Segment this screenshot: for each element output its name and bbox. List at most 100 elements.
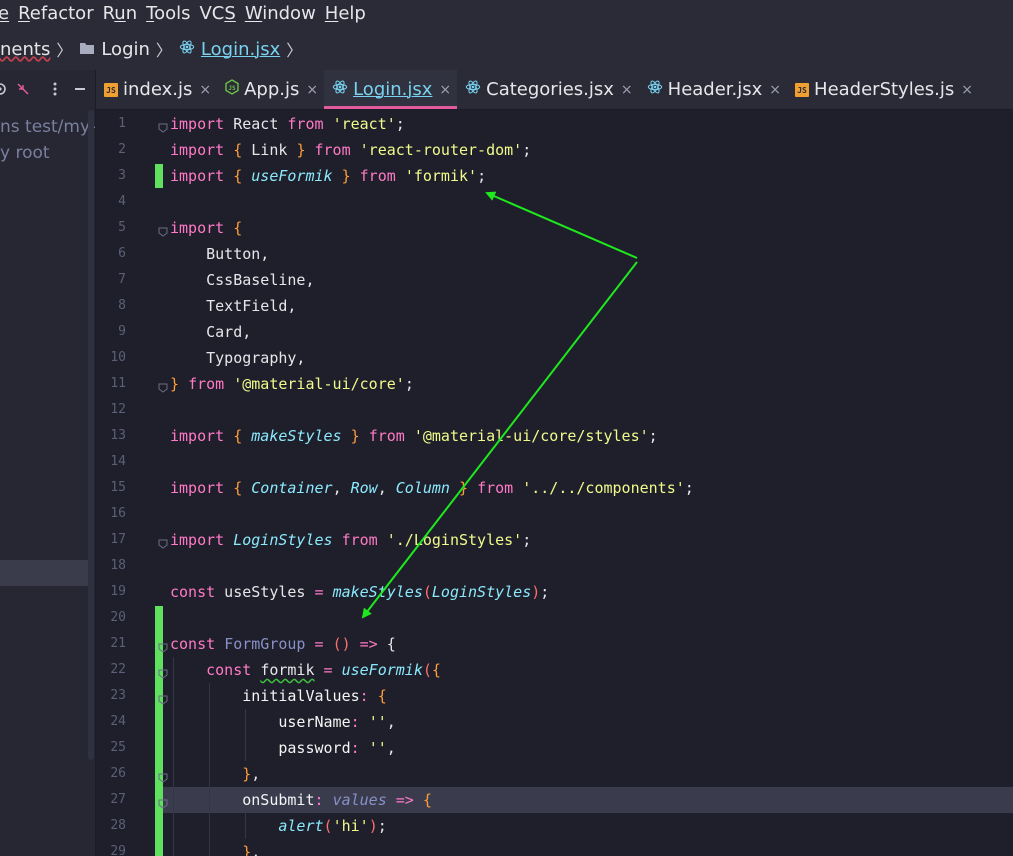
menu-item-run[interactable]: Run <box>103 0 138 28</box>
fold-icon[interactable] <box>158 379 168 393</box>
minimize-icon[interactable] <box>74 80 86 102</box>
code-line[interactable]: Button, <box>170 241 269 267</box>
fold-icon[interactable] <box>158 639 168 653</box>
menu-item-window[interactable]: Window <box>245 0 316 28</box>
code-token: ; <box>684 479 694 497</box>
chevron-right-icon: 〉 <box>155 41 172 60</box>
tree-row-project[interactable]: ns test/my- <box>0 114 95 140</box>
code-line[interactable]: userName: '', <box>170 709 395 735</box>
tree-row-scratches[interactable]: y root <box>0 140 95 166</box>
fold-icon[interactable] <box>158 665 168 679</box>
code-line[interactable]: const FormGroup = () => { <box>170 631 396 657</box>
menu-item-e[interactable]: e <box>0 0 9 28</box>
code-line[interactable]: import { makeStyles } from '@material-ui… <box>170 423 658 449</box>
code-token: from <box>314 141 351 159</box>
fold-icon[interactable] <box>158 691 168 705</box>
fold-icon[interactable] <box>158 119 168 133</box>
vcs-change-marker[interactable] <box>155 164 163 188</box>
code-line[interactable]: initialValues: { <box>170 683 387 709</box>
code-token: '' <box>368 739 387 757</box>
code-token: from <box>368 427 405 445</box>
close-icon[interactable]: × <box>769 82 781 98</box>
close-icon[interactable]: × <box>621 82 633 98</box>
folder-icon <box>79 39 95 60</box>
code-token: , <box>251 765 261 783</box>
code-line[interactable]: alert('hi'); <box>170 813 386 839</box>
fold-icon[interactable] <box>158 795 168 809</box>
close-icon[interactable]: × <box>306 82 318 98</box>
tab-categories-jsx[interactable]: Categories.jsx × <box>457 70 639 109</box>
breadcrumb-item[interactable]: nents <box>0 39 50 60</box>
code-line[interactable]: }, <box>170 839 260 856</box>
code-token: from <box>287 115 324 133</box>
code-token: ) <box>531 583 541 601</box>
code-line[interactable]: Typography, <box>170 345 305 371</box>
code-token: { <box>233 479 243 497</box>
menu-item-help[interactable]: Help <box>325 0 366 28</box>
menu-item-label-post: ools <box>154 3 191 24</box>
code-token: ; <box>522 141 532 159</box>
code-line[interactable]: TextField, <box>170 293 296 319</box>
close-icon[interactable]: × <box>439 82 451 98</box>
fold-icon[interactable] <box>158 535 168 549</box>
menu-item-refactor[interactable]: Refactor <box>18 0 94 28</box>
code-editor[interactable]: 1 2 3 4 5 6 7 8 9 10 11 12 13 14 15 16 17 18 19 20 21 22 23 24 2… <box>96 111 1013 856</box>
code-line[interactable]: } from '@material-ui/core'; <box>170 371 414 397</box>
code-line[interactable]: import { Link } from 'react-router-dom'; <box>170 137 531 163</box>
code-line[interactable]: import { Container, Row, Column } from '… <box>170 475 694 501</box>
code-line[interactable]: import { <box>170 215 242 241</box>
more-options-icon[interactable] <box>52 80 58 102</box>
line-number: 9 <box>118 324 126 339</box>
code-line[interactable]: }, <box>170 761 260 787</box>
code-token: ; <box>404 375 414 393</box>
tab-index-js[interactable]: JS index.js × <box>96 70 217 109</box>
code-token: ; <box>522 531 532 549</box>
code-token: password <box>278 739 351 757</box>
collapse-all-icon[interactable] <box>16 80 30 102</box>
code-line[interactable]: const useStyles = makeStyles(LoginStyles… <box>170 579 549 605</box>
code-line[interactable]: import LoginStyles from './LoginStyles'; <box>170 527 531 553</box>
tab-login-jsx[interactable]: Login.jsx × <box>324 70 458 109</box>
locate-icon[interactable] <box>0 80 10 102</box>
line-number: 16 <box>110 506 126 521</box>
close-icon[interactable]: × <box>199 82 211 98</box>
close-icon[interactable]: × <box>961 82 973 98</box>
tab-headerstyles-js[interactable]: JS HeaderStyles.js × <box>787 70 979 109</box>
line-number: 21 <box>110 636 126 651</box>
breadcrumb-item[interactable]: Login <box>79 39 150 60</box>
code-token: , <box>251 843 261 856</box>
code-line[interactable]: password: '', <box>170 735 395 761</box>
code-line[interactable]: const formik = useFormik({ <box>170 657 441 683</box>
code-line[interactable]: import { useFormik } from 'formik'; <box>170 163 486 189</box>
panel-scrollbar[interactable] <box>88 110 94 760</box>
code-token: values <box>332 791 387 809</box>
tree-row-selected[interactable] <box>0 560 92 586</box>
code-token: const <box>170 635 216 653</box>
fold-icon[interactable] <box>158 223 168 237</box>
breadcrumb-item[interactable]: Login.jsx <box>179 39 280 60</box>
code-line[interactable]: import React from 'react'; <box>170 111 405 137</box>
code-token: { <box>233 219 243 237</box>
code-token: } <box>341 167 351 185</box>
menu-item-tools[interactable]: Tools <box>146 0 190 28</box>
code-line[interactable]: Card, <box>170 319 251 345</box>
tab-app-js[interactable]: JS App.js × <box>217 70 324 109</box>
tab-header-jsx[interactable]: Header.jsx × <box>639 70 787 109</box>
menu-item-vcs[interactable]: VCS <box>199 0 235 28</box>
code-line[interactable]: CssBaseline, <box>170 267 314 293</box>
fold-icon[interactable] <box>158 769 168 783</box>
